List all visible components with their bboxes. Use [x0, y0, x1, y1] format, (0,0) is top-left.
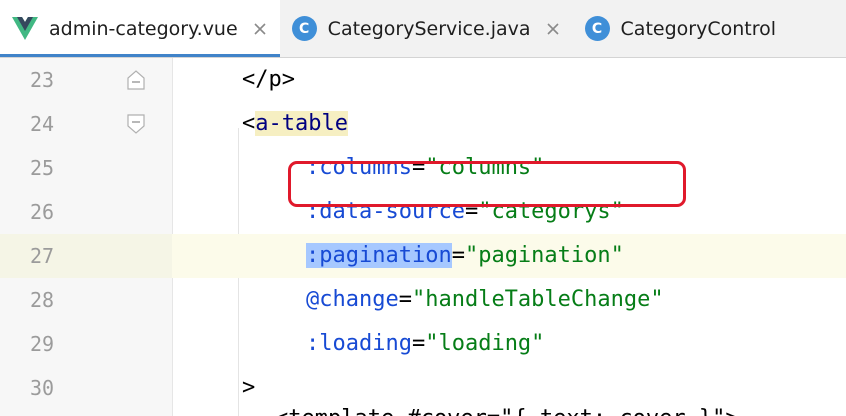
fold-end-icon[interactable]: [127, 70, 145, 94]
code-text: @change="handleTableChange": [306, 278, 664, 322]
tab-label: admin-category.vue: [49, 17, 238, 40]
tab-admin-category-vue[interactable]: admin-category.vue: [0, 0, 280, 57]
close-icon[interactable]: [545, 21, 561, 37]
tab-category-controller[interactable]: C CategoryControl: [573, 0, 788, 57]
code-token: =: [411, 331, 426, 356]
line-number: 23: [30, 68, 55, 92]
annotation-highlight-box: [288, 161, 686, 207]
code-token: "pagination": [464, 243, 624, 268]
line-number-cell: 29: [0, 322, 172, 366]
code-line[interactable]: 28 @change="handleTableChange": [0, 278, 846, 322]
code-token: =: [451, 243, 465, 268]
code-line[interactable]: 23 </p>: [0, 58, 846, 102]
line-number-cell: 24: [0, 102, 172, 146]
code-text: >: [242, 366, 255, 410]
code-token: >: [242, 375, 256, 400]
code-text: :loading="loading": [306, 322, 544, 366]
code-line[interactable]: 24 <a-table: [0, 102, 846, 146]
code-line[interactable]: 29 :loading="loading": [0, 322, 846, 366]
line-number: 30: [30, 376, 55, 400]
class-icon: C: [584, 16, 610, 41]
code-editor[interactable]: 23 </p> 24 <a-table 25:columns="columns" 26:d…: [0, 58, 846, 416]
line-number-cell: 23: [0, 58, 172, 102]
line-number: 27: [30, 244, 55, 268]
line-number-cell: 26: [0, 190, 172, 234]
tab-category-service-java[interactable]: C CategoryService.java: [280, 0, 573, 57]
line-number: 28: [30, 288, 55, 312]
code-token: </p>: [242, 67, 295, 92]
tab-label: CategoryControl: [620, 17, 777, 40]
code-token: @change: [306, 287, 399, 312]
line-number: 24: [30, 112, 55, 136]
class-icon: C: [291, 16, 317, 41]
line-number: 29: [30, 332, 55, 356]
vue-icon: [12, 17, 38, 40]
tab-label: CategoryService.java: [327, 17, 531, 40]
code-token: "handleTableChange": [411, 287, 664, 312]
code-line-partial: <template #cover="{ text: cover }">: [275, 404, 739, 416]
code-text: </p>: [242, 58, 295, 102]
code-line[interactable]: 27 :pagination="pagination": [0, 234, 846, 278]
editor-tab-bar: admin-category.vue C CategoryService.jav…: [0, 0, 846, 58]
code-token: :loading: [306, 331, 412, 356]
code-token: "loading": [425, 331, 545, 356]
code-token: =: [398, 287, 412, 312]
code-token: :pagination: [306, 243, 452, 268]
line-number: 25: [30, 156, 55, 180]
line-number-cell: 28: [0, 278, 172, 322]
line-number-cell: 30: [0, 366, 172, 410]
code-token: a-table: [255, 111, 348, 136]
line-number: 26: [30, 200, 55, 224]
code-token: <: [242, 111, 256, 136]
line-number-cell: 27: [0, 234, 172, 278]
close-icon[interactable]: [252, 21, 268, 37]
code-text: <a-table: [242, 102, 348, 146]
fold-start-icon[interactable]: [127, 114, 145, 138]
line-number-cell: 25: [0, 146, 172, 190]
code-text: :pagination="pagination": [306, 234, 624, 278]
